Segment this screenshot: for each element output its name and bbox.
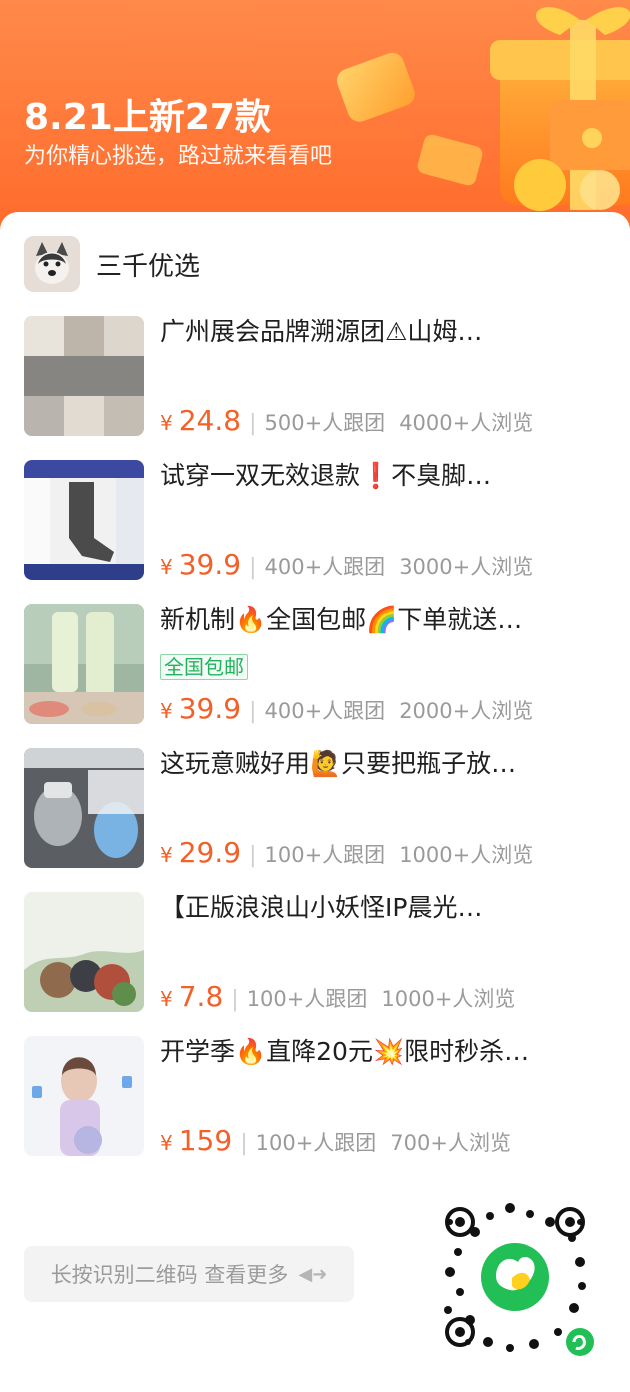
- currency-symbol: ¥: [160, 843, 173, 867]
- divider: |: [249, 699, 257, 724]
- group-count: 400+人跟团: [264, 699, 386, 723]
- product-thumbnail: [24, 604, 144, 724]
- hero-subtitle: 为你精心挑选，路过就来看看吧: [24, 144, 333, 169]
- product-thumbnail: [24, 460, 144, 580]
- product-meta: ¥ 7.8 | 100+人跟团 1000+人浏览: [160, 980, 529, 1013]
- product-meta: ¥ 29.9 | 100+人跟团 1000+人浏览: [160, 836, 547, 869]
- cta-label: 长按识别二维码 查看更多: [50, 1263, 289, 1287]
- product-title: 【正版浪浪山小妖怪IP晨光…: [160, 893, 483, 922]
- product-thumbnail: [24, 316, 144, 436]
- gift-box-icon: [336, 7, 630, 211]
- product-thumbnail: [24, 748, 144, 868]
- product-item[interactable]: 这玩意贼好用🙋只要把瓶子放… ¥ 29.9 | 100+人跟团 1000+人浏览: [24, 748, 614, 892]
- mini-program-qr-icon[interactable]: [430, 1192, 600, 1362]
- view-count: 3000+人浏览: [399, 555, 534, 579]
- divider: |: [240, 1131, 248, 1156]
- shop-name: 三千优选: [96, 251, 201, 282]
- view-count: 4000+人浏览: [399, 411, 534, 435]
- product-item[interactable]: 试穿一双无效退款❗不臭脚… ¥ 39.9 | 400+人跟团 3000+人浏览: [24, 460, 614, 604]
- view-count: 2000+人浏览: [399, 699, 534, 723]
- product-item[interactable]: 开学季🔥直降20元💥限时秒杀… ¥ 159 | 100+人跟团 700+人浏览: [24, 1036, 614, 1180]
- product-item[interactable]: 广州展会品牌溯源团⚠山姆… ¥ 24.8 | 500+人跟团 4000+人浏览: [24, 316, 614, 460]
- product-title: 广州展会品牌溯源团⚠山姆…: [160, 317, 483, 346]
- currency-symbol: ¥: [160, 1131, 173, 1155]
- shop-header[interactable]: 三千优选: [24, 236, 200, 292]
- product-title: 开学季🔥直降20元💥限时秒杀…: [160, 1037, 530, 1066]
- product-meta: ¥ 39.9 | 400+人跟团 2000+人浏览: [160, 692, 547, 725]
- divider: |: [249, 411, 257, 436]
- product-meta: ¥ 39.9 | 400+人跟团 3000+人浏览: [160, 548, 547, 581]
- product-price: 159: [178, 1124, 233, 1157]
- product-item[interactable]: 新机制🔥全国包邮🌈下单就送… 全国包邮 ¥ 39.9 | 400+人跟团 200…: [24, 604, 614, 748]
- currency-symbol: ¥: [160, 411, 173, 435]
- product-price: 29.9: [178, 836, 242, 869]
- scan-qr-hint-button[interactable]: 长按识别二维码 查看更多 ◀➜: [24, 1246, 354, 1302]
- product-meta: ¥ 24.8 | 500+人跟团 4000+人浏览: [160, 404, 547, 437]
- view-count: 1000+人浏览: [381, 987, 516, 1011]
- dog-avatar-icon: [24, 236, 80, 292]
- product-price: 7.8: [178, 980, 224, 1013]
- divider: |: [249, 555, 257, 580]
- free-shipping-tag: 全国包邮: [160, 654, 248, 680]
- group-count: 100+人跟团: [246, 987, 368, 1011]
- group-count: 100+人跟团: [255, 1131, 377, 1155]
- currency-symbol: ¥: [160, 555, 173, 579]
- group-count: 100+人跟团: [264, 843, 386, 867]
- product-thumbnail: [24, 1036, 144, 1156]
- product-meta: ¥ 159 | 100+人跟团 700+人浏览: [160, 1124, 525, 1157]
- group-count: 500+人跟团: [264, 411, 386, 435]
- currency-symbol: ¥: [160, 987, 173, 1011]
- divider: |: [249, 843, 257, 868]
- product-title: 新机制🔥全国包邮🌈下单就送…: [160, 605, 523, 634]
- view-count: 700+人浏览: [390, 1131, 511, 1155]
- product-price: 39.9: [178, 692, 242, 725]
- view-count: 1000+人浏览: [399, 843, 534, 867]
- speaker-arrow-icon: ◀➜: [298, 1263, 328, 1285]
- currency-symbol: ¥: [160, 699, 173, 723]
- product-title: 试穿一双无效退款❗不臭脚…: [160, 461, 492, 490]
- group-count: 400+人跟团: [264, 555, 386, 579]
- product-item[interactable]: 【正版浪浪山小妖怪IP晨光… ¥ 7.8 | 100+人跟团 1000+人浏览: [24, 892, 614, 1036]
- divider: |: [231, 987, 239, 1012]
- product-thumbnail: [24, 892, 144, 1012]
- product-list: 广州展会品牌溯源团⚠山姆… ¥ 24.8 | 500+人跟团 4000+人浏览 …: [24, 316, 614, 1180]
- product-title: 这玩意贼好用🙋只要把瓶子放…: [160, 749, 517, 778]
- hero-banner: 8.21上新27款 为你精心挑选，路过就来看看吧: [0, 0, 630, 240]
- product-price: 39.9: [178, 548, 242, 581]
- product-price: 24.8: [178, 404, 242, 437]
- hero-title: 8.21上新27款: [24, 97, 271, 138]
